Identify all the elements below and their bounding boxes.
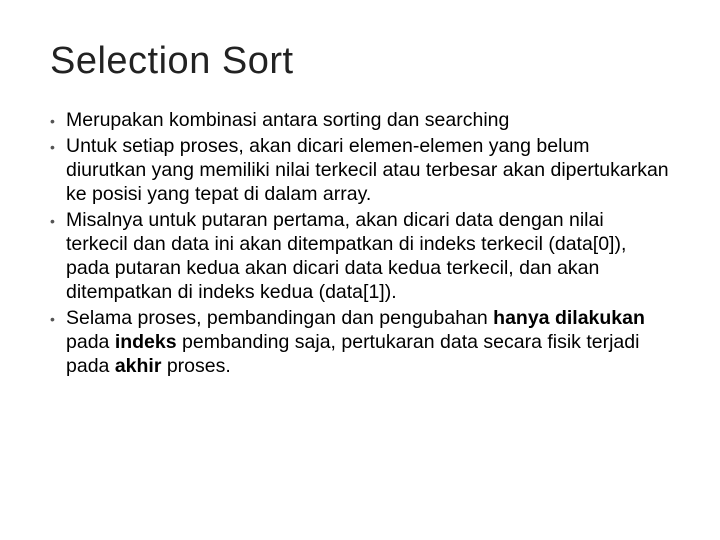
bullet-list: Merupakan kombinasi antara sorting dan s… xyxy=(50,109,670,379)
list-item: Selama proses, pembandingan dan pengubah… xyxy=(50,307,670,379)
list-item: Untuk setiap proses, akan dicari elemen-… xyxy=(50,135,670,207)
slide: Selection Sort Merupakan kombinasi antar… xyxy=(0,0,720,540)
list-item: Misalnya untuk putaran pertama, akan dic… xyxy=(50,209,670,305)
slide-title: Selection Sort xyxy=(50,40,670,83)
list-item: Merupakan kombinasi antara sorting dan s… xyxy=(50,109,670,133)
